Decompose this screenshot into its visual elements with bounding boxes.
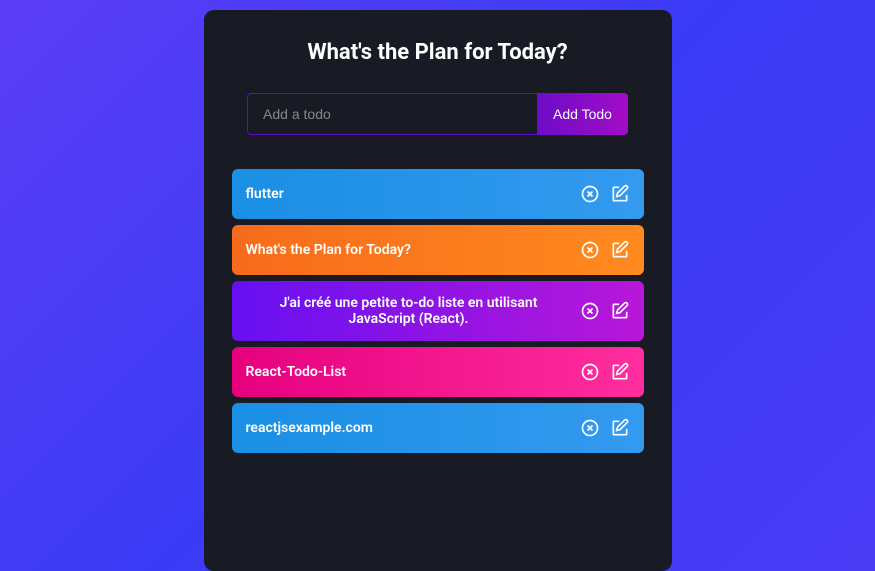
todo-text: React-Todo-List: [246, 364, 580, 380]
todo-item: J'ai créé une petite to-do liste en util…: [232, 281, 644, 341]
todo-actions: [580, 240, 630, 260]
todo-item: reactjsexample.com: [232, 403, 644, 453]
delete-icon[interactable]: [580, 362, 600, 382]
delete-icon[interactable]: [580, 184, 600, 204]
delete-icon[interactable]: [580, 418, 600, 438]
todo-actions: [580, 418, 630, 438]
page-title: What's the Plan for Today?: [232, 40, 644, 65]
todo-item: React-Todo-List: [232, 347, 644, 397]
edit-icon[interactable]: [610, 362, 630, 382]
todo-text: reactjsexample.com: [246, 420, 580, 436]
todo-item: What's the Plan for Today?: [232, 225, 644, 275]
todo-text: What's the Plan for Today?: [246, 242, 580, 258]
edit-icon[interactable]: [610, 184, 630, 204]
add-todo-button[interactable]: Add Todo: [537, 93, 628, 135]
todo-actions: [580, 301, 630, 321]
todo-actions: [580, 362, 630, 382]
todo-card: What's the Plan for Today? Add Todo flut…: [204, 10, 672, 571]
todo-list: flutter What's the Plan for Today? J'ai cr…: [232, 169, 644, 453]
todo-input[interactable]: [247, 93, 537, 135]
edit-icon[interactable]: [610, 301, 630, 321]
edit-icon[interactable]: [610, 240, 630, 260]
delete-icon[interactable]: [580, 301, 600, 321]
delete-icon[interactable]: [580, 240, 600, 260]
todo-actions: [580, 184, 630, 204]
todo-text: J'ai créé une petite to-do liste en util…: [246, 295, 580, 327]
edit-icon[interactable]: [610, 418, 630, 438]
todo-text: flutter: [246, 186, 580, 202]
todo-item: flutter: [232, 169, 644, 219]
add-todo-form: Add Todo: [232, 93, 644, 135]
